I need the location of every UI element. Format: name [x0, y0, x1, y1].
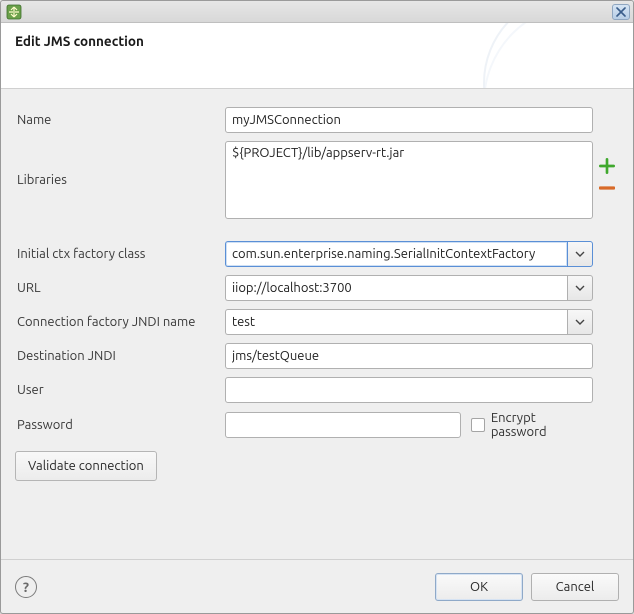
close-icon[interactable] [612, 4, 630, 20]
plus-icon[interactable] [599, 158, 615, 174]
chevron-down-icon[interactable] [567, 241, 593, 267]
titlebar [1, 1, 633, 23]
ctx-factory-input[interactable] [225, 241, 567, 267]
libraries-label: Libraries [15, 137, 223, 223]
user-input[interactable] [225, 377, 593, 403]
cancel-button[interactable]: Cancel [531, 573, 619, 601]
validate-connection-button[interactable]: Validate connection [15, 451, 157, 481]
ok-button[interactable]: OK [435, 573, 523, 601]
libraries-list[interactable]: ${PROJECT}/lib/appserv-rt.jar [225, 141, 593, 219]
dialog-window: Edit JMS connection Name Libraries ${PRO… [0, 0, 634, 614]
encrypt-password-checkbox[interactable] [471, 418, 485, 432]
url-input[interactable] [225, 275, 567, 301]
name-label: Name [15, 103, 223, 137]
app-icon [6, 4, 22, 20]
help-icon[interactable]: ? [15, 576, 37, 598]
user-label: User [15, 373, 223, 407]
minus-icon[interactable] [599, 180, 615, 196]
chevron-down-icon[interactable] [567, 309, 593, 335]
dialog-footer: ? OK Cancel [1, 559, 633, 613]
conn-factory-jndi-input[interactable] [225, 309, 567, 335]
destination-jndi-label: Destination JNDI [15, 339, 223, 373]
conn-factory-jndi-label: Connection factory JNDI name [15, 305, 223, 339]
encrypt-password-label: Encrypt password [491, 411, 593, 439]
conn-factory-jndi-combo [225, 309, 593, 335]
password-input[interactable] [225, 412, 461, 438]
ctx-factory-label: Initial ctx factory class [15, 237, 223, 271]
dialog-header: Edit JMS connection [1, 23, 633, 89]
url-label: URL [15, 271, 223, 305]
ctx-factory-combo [225, 241, 593, 267]
name-input[interactable] [225, 107, 593, 133]
chevron-down-icon[interactable] [567, 275, 593, 301]
password-label: Password [15, 407, 223, 443]
url-combo [225, 275, 593, 301]
dialog-content: Name Libraries ${PROJECT}/lib/appserv-rt… [1, 89, 633, 559]
destination-jndi-input[interactable] [225, 343, 593, 369]
